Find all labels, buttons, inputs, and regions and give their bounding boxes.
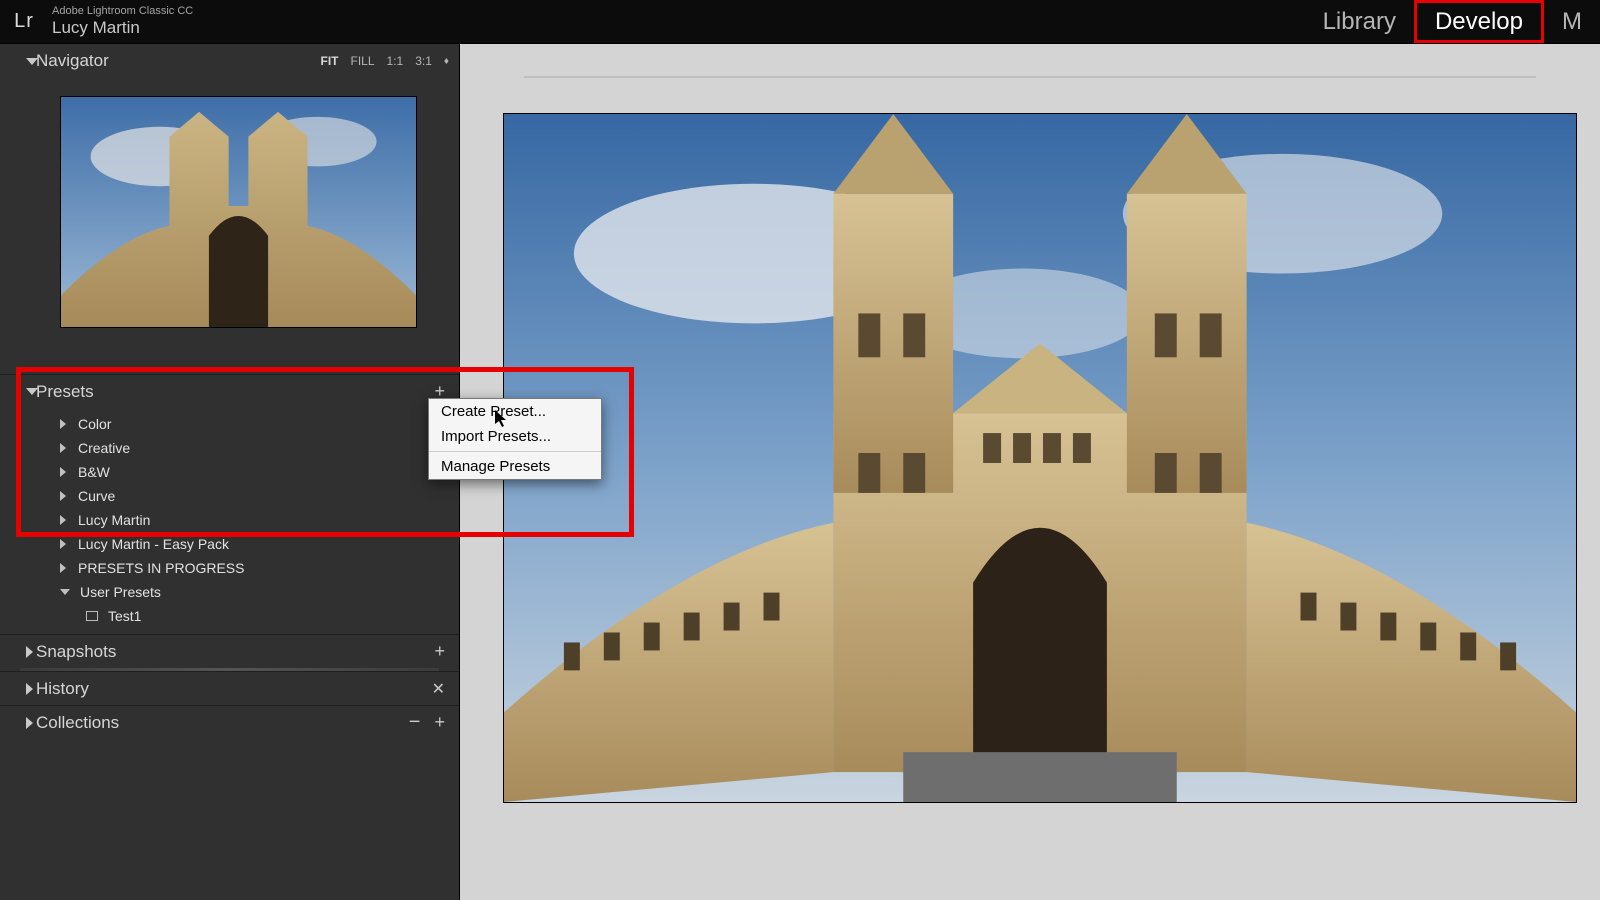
navigator-label: Navigator — [36, 51, 109, 71]
chevron-down-icon — [26, 58, 38, 65]
preset-group-label: Creative — [78, 440, 130, 456]
preset-thumb-icon — [86, 611, 98, 621]
preset-group-color[interactable]: Color — [0, 412, 459, 436]
main-image[interactable] — [503, 113, 1577, 803]
zoom-3-1[interactable]: 3:1 — [415, 54, 432, 68]
menu-import-presets[interactable]: Import Presets... — [429, 424, 601, 449]
preset-group-creative[interactable]: Creative — [0, 436, 459, 460]
chevron-right-icon — [60, 419, 66, 429]
menu-divider — [429, 451, 601, 452]
presets-label: Presets — [36, 382, 94, 402]
user-name: Lucy Martin — [52, 18, 193, 38]
zoom-menu-icon[interactable]: ♦ — [444, 56, 449, 67]
module-more[interactable]: M — [1544, 0, 1600, 43]
preset-group-bw[interactable]: B&W — [0, 460, 459, 484]
navigator-thumbnail[interactable] — [60, 96, 417, 328]
preview-divider — [524, 76, 1536, 78]
app-title: Adobe Lightroom Classic CC — [52, 5, 193, 18]
snapshots-header[interactable]: Snapshots + — [0, 634, 459, 668]
workspace: Navigator FIT FILL 1:1 3:1 ♦ — [0, 44, 1600, 900]
preset-item-test1[interactable]: Test1 — [0, 604, 459, 628]
menu-manage-presets[interactable]: Manage Presets — [429, 454, 601, 479]
chevron-right-icon — [60, 491, 66, 501]
chevron-right-icon — [26, 646, 33, 658]
title-column: Adobe Lightroom Classic CC Lucy Martin — [48, 5, 193, 38]
preset-group-lucy-martin[interactable]: Lucy Martin — [0, 508, 459, 532]
add-snapshot-button[interactable]: + — [430, 641, 449, 662]
zoom-fill[interactable]: FILL — [351, 54, 375, 68]
preset-item-label: Test1 — [108, 608, 141, 624]
collections-label: Collections — [36, 713, 119, 733]
history-header[interactable]: History ✕ — [0, 671, 459, 705]
zoom-1-1[interactable]: 1:1 — [387, 54, 404, 68]
preset-plus-menu: Create Preset... Import Presets... Manag… — [428, 398, 602, 480]
clear-history-button[interactable]: ✕ — [428, 679, 449, 699]
app-logo: Lr — [0, 0, 48, 44]
module-switcher: Library Develop M — [1305, 0, 1600, 43]
history-label: History — [36, 679, 89, 699]
preset-group-label: User Presets — [80, 584, 161, 600]
menu-create-preset[interactable]: Create Preset... — [429, 399, 601, 424]
preset-group-user[interactable]: User Presets — [0, 580, 459, 604]
preset-group-label: Curve — [78, 488, 115, 504]
module-develop[interactable]: Develop — [1414, 0, 1544, 43]
chevron-down-icon — [60, 589, 70, 595]
chevron-down-icon — [26, 388, 38, 395]
preset-group-label: Lucy Martin - Easy Pack — [78, 536, 229, 552]
add-collection-button[interactable]: + — [430, 712, 449, 733]
remove-collection-button[interactable]: − — [399, 711, 431, 734]
preview-area — [460, 44, 1600, 900]
top-bar: Lr Adobe Lightroom Classic CC Lucy Marti… — [0, 0, 1600, 44]
preset-group-label: Color — [78, 416, 111, 432]
chevron-right-icon — [60, 443, 66, 453]
left-panel: Navigator FIT FILL 1:1 3:1 ♦ — [0, 44, 460, 900]
preset-list: Color Creative B&W Curve Lucy Martin Luc… — [0, 408, 459, 634]
preset-group-in-progress[interactable]: PRESETS IN PROGRESS — [0, 556, 459, 580]
module-library[interactable]: Library — [1305, 0, 1414, 43]
collections-header[interactable]: Collections − + — [0, 705, 459, 739]
preset-group-label: Lucy Martin — [78, 512, 150, 528]
snapshots-label: Snapshots — [36, 642, 116, 662]
chevron-right-icon — [60, 467, 66, 477]
chevron-right-icon — [60, 515, 66, 525]
preset-group-label: B&W — [78, 464, 110, 480]
presets-header[interactable]: Presets + — [0, 374, 459, 408]
navigator-header[interactable]: Navigator FIT FILL 1:1 3:1 ♦ — [0, 44, 459, 78]
chevron-right-icon — [26, 683, 33, 695]
preset-group-easy-pack[interactable]: Lucy Martin - Easy Pack — [0, 532, 459, 556]
zoom-controls: FIT FILL 1:1 3:1 ♦ — [321, 54, 450, 68]
preset-group-label: PRESETS IN PROGRESS — [78, 560, 244, 576]
chevron-right-icon — [60, 563, 66, 573]
chevron-right-icon — [60, 539, 66, 549]
chevron-right-icon — [26, 717, 33, 729]
preset-group-curve[interactable]: Curve — [0, 484, 459, 508]
zoom-fit[interactable]: FIT — [321, 54, 339, 68]
